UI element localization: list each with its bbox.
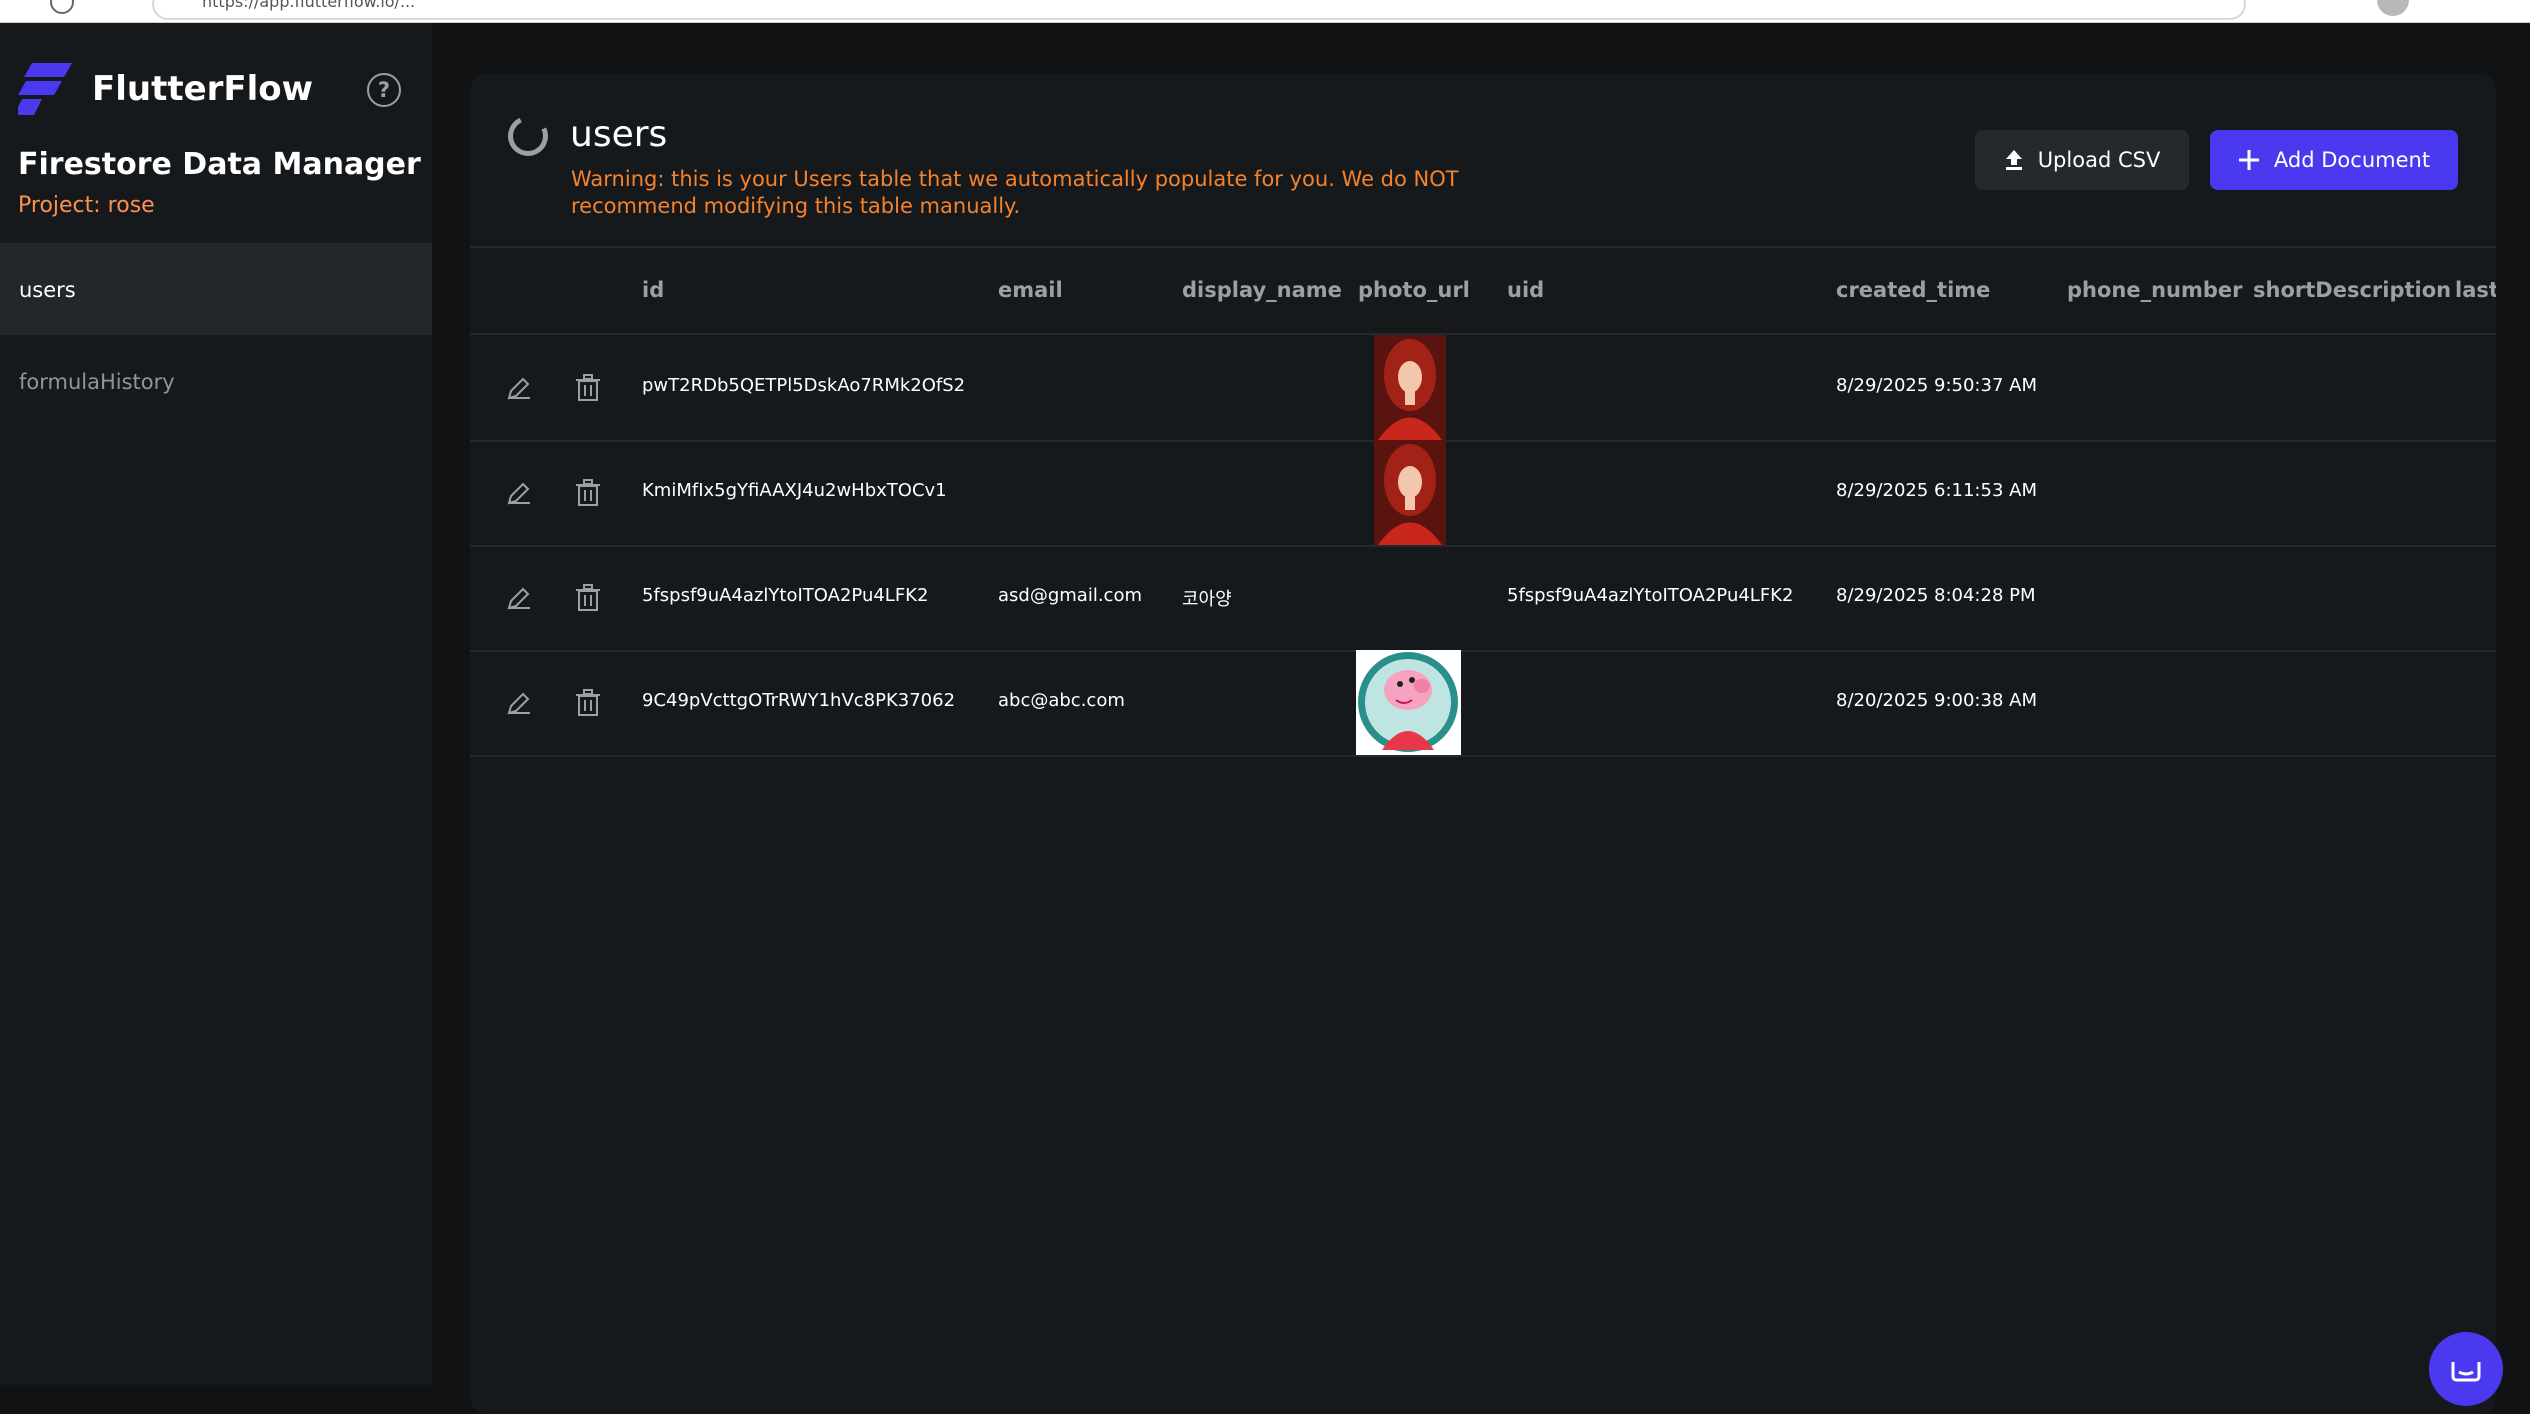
column-header-photo-url[interactable]: photo_url (1358, 278, 1470, 302)
cell-id: KmiMfIx5gYfiAAXJ4u2wHbxTOCv1 (642, 480, 947, 501)
cell-uid: 5fspsf9uA4azlYtoITOA2Pu4LFK2 (1507, 585, 1794, 606)
browser-toolbar: https://app.flutterflow.io/... (0, 0, 2530, 23)
column-header-uid[interactable]: uid (1507, 278, 1544, 302)
table-row[interactable]: 9C49pVcttgOTrRWY1hVc8PK37062 abc@abc.com… (470, 650, 2496, 757)
chat-support-button[interactable] (2429, 1332, 2503, 1406)
table-row[interactable]: KmiMfIx5gYfiAAXJ4u2wHbxTOCv1 8/29/2025 6… (470, 440, 2496, 547)
table-row[interactable]: pwT2RDb5QETPl5DskAo7RMk2OfS2 8/29/2025 9… (470, 335, 2496, 442)
sidebar-item-users[interactable]: users (0, 245, 432, 335)
photo-thumbnail[interactable] (1374, 440, 1446, 545)
cell-id: 9C49pVcttgOTrRWY1hVc8PK37062 (642, 690, 956, 711)
sidebar: FlutterFlow ? Firestore Data Manager Pro… (0, 23, 432, 1385)
trash-icon[interactable] (575, 374, 601, 402)
sidebar-item-formulahistory[interactable]: formulaHistory (0, 337, 432, 427)
add-document-button[interactable]: Add Document (2210, 130, 2458, 190)
column-header-email[interactable]: email (998, 278, 1063, 302)
column-header-phone-number[interactable]: phone_number (2067, 278, 2243, 302)
cell-email: asd@gmail.com (998, 585, 1142, 606)
address-bar[interactable]: https://app.flutterflow.io/... (152, 0, 2246, 20)
sidebar-title: Firestore Data Manager (18, 147, 421, 182)
cell-id: 5fspsf9uA4azlYtoITOA2Pu4LFK2 (642, 585, 929, 606)
cell-display-name: 코아양 (1182, 589, 1232, 610)
trash-icon[interactable] (575, 689, 601, 717)
column-header-id[interactable]: id (642, 278, 664, 302)
cell-created-time: 8/29/2025 8:04:28 PM (1836, 585, 2036, 606)
main-panel: users Warning: this is your Users table … (470, 74, 2496, 1414)
column-header-short-description[interactable]: shortDescription (2253, 278, 2451, 302)
edit-icon[interactable] (506, 690, 532, 716)
cell-created-time: 8/29/2025 6:11:53 AM (1836, 480, 2037, 501)
cell-id: pwT2RDb5QETPl5DskAo7RMk2OfS2 (642, 375, 966, 396)
help-icon[interactable]: ? (367, 73, 401, 107)
edit-icon[interactable] (506, 585, 532, 611)
column-header-last[interactable]: last_ (2455, 278, 2496, 302)
header-divider (470, 246, 2496, 248)
cell-created-time: 8/20/2025 9:00:38 AM (1836, 690, 2037, 711)
chat-icon (2451, 1362, 2481, 1382)
loading-spinner-icon (502, 110, 554, 162)
add-document-label: Add Document (2273, 148, 2431, 172)
brand-name: FlutterFlow (92, 69, 314, 109)
column-header-created-time[interactable]: created_time (1836, 278, 1990, 302)
plus-icon (2238, 150, 2259, 170)
reload-icon[interactable] (50, 0, 74, 14)
edit-icon[interactable] (506, 480, 532, 506)
cell-created-time: 8/29/2025 9:50:37 AM (1836, 375, 2037, 396)
flutterflow-logo-icon (18, 63, 72, 115)
table-row[interactable]: 5fspsf9uA4azlYtoITOA2Pu4LFK2 asd@gmail.c… (470, 545, 2496, 652)
project-label: Project: rose (18, 193, 155, 218)
cell-email: abc@abc.com (998, 690, 1125, 711)
trash-icon[interactable] (575, 479, 601, 507)
address-bar-text: https://app.flutterflow.io/... (202, 0, 416, 11)
photo-thumbnail[interactable] (1356, 650, 1461, 755)
upload-csv-button[interactable]: Upload CSV (1975, 130, 2189, 190)
column-header-display-name[interactable]: display_name (1182, 278, 1342, 302)
edit-icon[interactable] (506, 375, 532, 401)
collection-title: users (570, 114, 668, 155)
warning-text: Warning: this is your Users table that w… (571, 167, 1459, 218)
sidebar-item-label: formulaHistory (19, 370, 175, 394)
upload-csv-label: Upload CSV (2037, 148, 2161, 172)
photo-thumbnail[interactable] (1374, 335, 1446, 440)
sidebar-item-label: users (19, 278, 76, 302)
profile-avatar[interactable] (2377, 0, 2409, 16)
upload-icon (2005, 150, 2022, 170)
trash-icon[interactable] (575, 584, 601, 612)
